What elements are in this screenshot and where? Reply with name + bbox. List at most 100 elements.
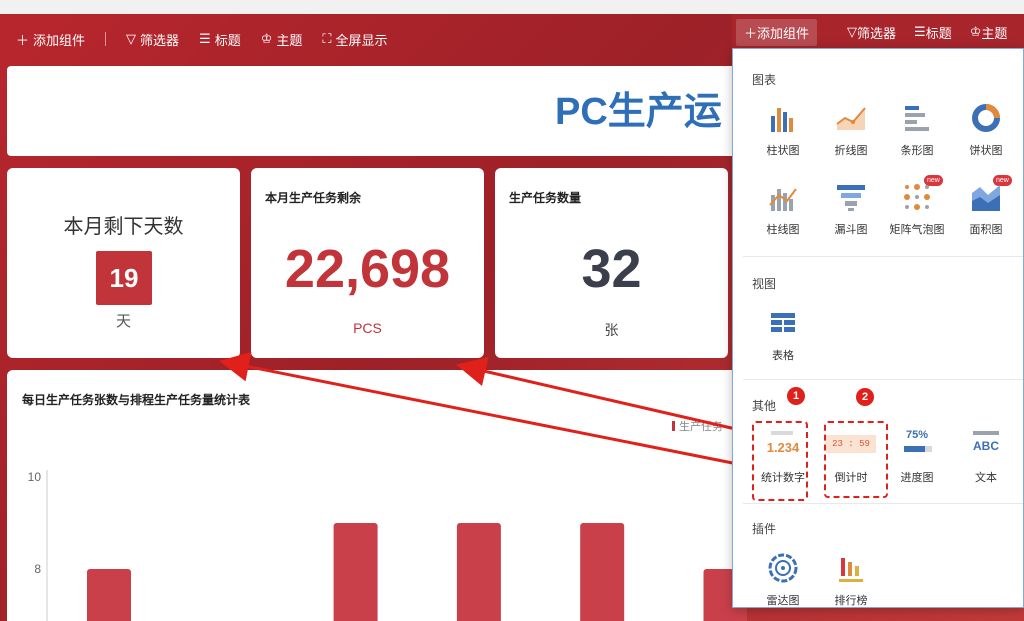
section-divider [743, 503, 1023, 504]
chart-bar[interactable] [87, 569, 131, 621]
section-charts-title: 图表 [752, 73, 777, 87]
radar-chart-icon [768, 553, 798, 583]
panel-toolbar: ＋ 添加组件 ▽ 筛选器 ☰ 标题 ♔ 主题 [732, 14, 1024, 50]
chart-plot: 10 8 [28, 470, 747, 621]
filter-icon: ▽ [126, 31, 137, 46]
text-icon: ABC [973, 439, 999, 453]
table-label: 表格 [772, 350, 794, 362]
days-left-widget[interactable]: 本月剩下天数 19 天 [7, 168, 240, 358]
horizontal-bar-chart-icon [905, 106, 929, 131]
add-component-button[interactable]: ＋ 添加组件 [16, 30, 85, 49]
shirt-icon: ♔ [969, 24, 982, 39]
text-icon-bar [973, 431, 999, 435]
remaining-tasks-value: 22,698 [284, 239, 451, 299]
bubble-matrix-icon [904, 184, 930, 210]
bar-line-chart-label: 柱线图 [766, 224, 800, 236]
fullscreen-label: 全屏显示 [335, 32, 388, 48]
section-views-title: 视图 [752, 277, 777, 291]
progress-track [904, 446, 932, 452]
area-chart-label: 面积图 [969, 224, 1003, 236]
remaining-tasks-label: 本月生产任务剩余 [265, 191, 362, 205]
panel-add-component-button[interactable]: ＋ 添加组件 [736, 18, 818, 46]
fullscreen-button[interactable]: ⛶ 全屏显示 [322, 30, 387, 49]
remaining-tasks-widget[interactable]: 本月生产任务剩余 22,698 PCS [251, 168, 484, 358]
title-widget[interactable]: PC生产运 [7, 66, 747, 156]
chart-bar[interactable] [333, 523, 378, 621]
progress-label: 进度图 [900, 472, 934, 484]
panel-title-label: 标题 [925, 25, 952, 41]
component-pie-chart[interactable]: 饼状图 [953, 102, 1019, 172]
plus-icon: ＋ [744, 25, 758, 41]
days-left-unit: 天 [115, 313, 131, 330]
component-area-chart[interactable]: new 面积图 [953, 175, 1019, 251]
ranking-icon [839, 558, 863, 582]
remaining-tasks-unit: PCS [353, 320, 382, 336]
y-tick-label: 8 [34, 562, 41, 576]
filter-button[interactable]: ▽ 筛选器 [126, 30, 179, 49]
panel-filter-button[interactable]: ▽ 筛选器 [847, 23, 896, 42]
horizontal-bar-chart-label: 条形图 [900, 145, 934, 157]
component-bar-chart[interactable]: 柱状图 [750, 102, 816, 172]
chart-bar[interactable] [580, 523, 625, 621]
panel-title-button[interactable]: ☰ 标题 [914, 23, 952, 42]
theme-button[interactable]: ♔ 主题 [261, 30, 303, 49]
section-plugins-title: 插件 [752, 522, 777, 536]
bubble-matrix-label: 矩阵气泡图 [889, 224, 945, 236]
filter-icon: ▽ [847, 24, 858, 39]
pie-chart-label: 饼状图 [969, 145, 1003, 157]
bar-chart-widget[interactable]: 每日生产任务张数与排程生产任务量统计表 生产任务 10 8 [7, 370, 747, 621]
component-line-chart[interactable]: 折线图 [818, 102, 884, 172]
text-label: 文本 [975, 472, 997, 484]
component-bubble-matrix-chart[interactable]: new 矩阵气泡图 [884, 175, 950, 251]
highlight-countdown [824, 421, 888, 498]
toolbar-divider [105, 32, 107, 46]
component-radar-chart[interactable]: 雷达图 [750, 552, 816, 607]
component-table[interactable]: 表格 [750, 307, 816, 377]
bar-chart-icon [771, 108, 793, 132]
task-count-widget[interactable]: 生产任务数量 32 张 [495, 168, 728, 358]
task-count-value: 32 [581, 239, 642, 299]
plus-icon: ＋ [16, 32, 30, 48]
title-button[interactable]: ☰ 标题 [199, 30, 241, 49]
filter-label: 筛选器 [140, 32, 180, 48]
panel-filter-label: 筛选器 [857, 25, 897, 41]
ranking-label: 排行榜 [834, 595, 868, 607]
marker-2: 2 [856, 388, 874, 406]
page-title: PC生产运 [555, 91, 722, 133]
title-icon: ☰ [914, 24, 926, 39]
component-horizontal-bar-chart[interactable]: 条形图 [884, 102, 950, 172]
funnel-chart-label: 漏斗图 [834, 224, 868, 236]
component-progress[interactable]: 75% 进度图 [884, 429, 950, 499]
shirt-icon: ♔ [260, 31, 273, 46]
radar-chart-label: 雷达图 [766, 595, 800, 607]
progress-percent-icon: 75% [905, 429, 929, 441]
bar-chart-label: 柱状图 [766, 145, 800, 157]
task-count-unit: 张 [604, 322, 619, 338]
chart-bar[interactable] [456, 523, 501, 621]
days-left-title: 本月剩下天数 [63, 216, 184, 238]
section-others-title: 其他 [752, 399, 777, 413]
table-icon [771, 313, 795, 332]
section-divider [743, 379, 1023, 380]
fullscreen-icon: ⛶ [322, 31, 332, 46]
panel-theme-label: 主题 [981, 25, 1008, 41]
panel-theme-button[interactable]: ♔ 主题 [970, 23, 1008, 42]
component-text[interactable]: ABC 文本 [953, 429, 1019, 499]
add-component-dropdown: 图表 柱状图 折线图 条形图 饼状图 柱线图 漏斗图 new 矩阵气泡图 new… [732, 48, 1024, 608]
area-chart-icon [972, 185, 1000, 211]
line-chart-icon [836, 107, 866, 130]
component-bar-line-chart[interactable]: 柱线图 [750, 181, 816, 251]
task-count-label: 生产任务数量 [509, 191, 582, 205]
title-label: 标题 [214, 32, 241, 48]
theme-label: 主题 [276, 32, 303, 48]
bar-line-chart-icon [769, 188, 797, 211]
days-left-value: 19 [96, 251, 152, 305]
component-ranking[interactable]: 排行榜 [818, 552, 884, 607]
progress-fill [904, 446, 925, 452]
component-funnel-chart[interactable]: 漏斗图 [818, 181, 884, 251]
highlight-stat-number [752, 421, 808, 501]
line-chart-label: 折线图 [834, 145, 868, 157]
marker-1: 1 [787, 387, 805, 405]
dashboard-toolbar: ＋ 添加组件 ▽ 筛选器 ☰ 标题 ♔ 主题 ⛶ 全屏显示 [0, 14, 740, 64]
section-divider [743, 256, 1023, 257]
